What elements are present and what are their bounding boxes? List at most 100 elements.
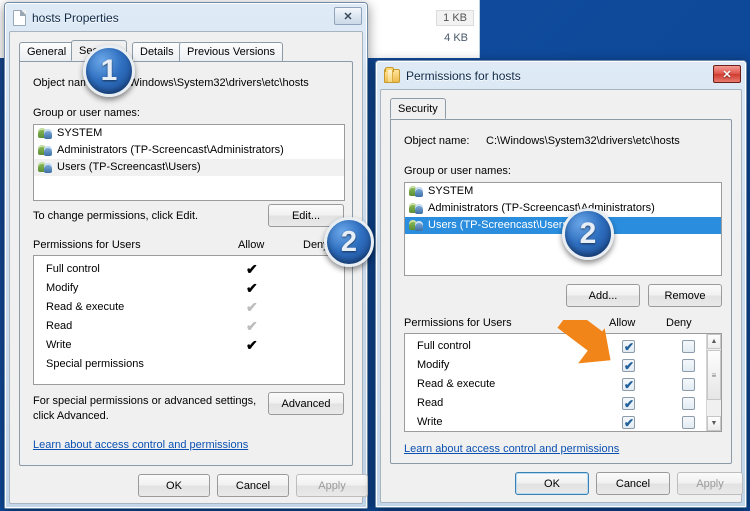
permission-name: Read xyxy=(46,317,72,336)
table-row[interactable]: Write xyxy=(405,413,721,432)
learn-about-access-control-link[interactable]: Learn about access control and permissio… xyxy=(404,443,619,455)
table-row[interactable]: Read & execute xyxy=(405,375,721,394)
users-group-icon xyxy=(38,161,53,174)
users-group-icon xyxy=(38,127,53,140)
scrollbar-thumb[interactable]: ≡ xyxy=(707,350,721,400)
group-or-user-names-list[interactable]: SYSTEM Administrators (TP-Screencast\Adm… xyxy=(33,124,345,201)
deny-checkbox[interactable] xyxy=(682,359,695,372)
group-or-user-names-label: Group or user names: xyxy=(33,107,140,119)
table-row[interactable]: Read ✔ xyxy=(34,317,344,336)
allow-checkbox[interactable] xyxy=(622,416,635,429)
advanced-hint-line2: click Advanced. xyxy=(33,410,109,422)
users-group-icon xyxy=(409,202,424,215)
edit-hint-label: To change permissions, click Edit. xyxy=(33,210,198,222)
close-icon[interactable]: ✕ xyxy=(334,7,362,25)
permission-name: Read xyxy=(417,394,443,413)
list-item[interactable]: Administrators (TP-Screencast\Administra… xyxy=(405,200,721,217)
cancel-button[interactable]: Cancel xyxy=(217,474,289,497)
advanced-hint-line1: For special permissions or advanced sett… xyxy=(33,395,256,407)
permissions-client-area: Security Object name: C:\Windows\System3… xyxy=(380,89,742,503)
advanced-button[interactable]: Advanced xyxy=(268,392,344,415)
explorer-size-cell: 1 KB xyxy=(436,10,474,26)
step-badge-1: 1 xyxy=(83,45,135,97)
list-item[interactable]: SYSTEM xyxy=(34,125,344,142)
permissions-for-hosts-window[interactable]: Permissions for hosts ✕ Security Object … xyxy=(375,60,747,508)
allow-check-icon: ✔ xyxy=(246,260,258,279)
permission-name: Modify xyxy=(46,279,78,298)
permissions-list[interactable]: Full control ✔ Modify ✔ Read & execute ✔… xyxy=(33,255,345,385)
permissions-tabstrip[interactable]: Security xyxy=(390,98,741,119)
deny-checkbox[interactable] xyxy=(682,397,695,410)
permissions-titlebar[interactable]: Permissions for hosts ✕ xyxy=(377,62,745,89)
permission-name: Read & execute xyxy=(417,375,495,394)
orange-arrow-annotation xyxy=(556,320,636,370)
deny-checkbox[interactable] xyxy=(682,416,695,429)
allow-check-icon: ✔ xyxy=(246,298,258,317)
permissions-window-title: Permissions for hosts xyxy=(406,69,521,83)
table-row[interactable]: Write ✔ xyxy=(34,336,344,355)
list-item-label: Administrators (TP-Screencast\Administra… xyxy=(57,142,284,159)
apply-button: Apply xyxy=(296,474,368,497)
tab-details[interactable]: Details xyxy=(132,42,182,61)
table-row[interactable]: Full control ✔ xyxy=(34,260,344,279)
allow-checkbox[interactable] xyxy=(622,397,635,410)
apply-button: Apply xyxy=(677,472,743,495)
permissions-scrollbar[interactable]: ▲ ≡ ▼ xyxy=(706,334,721,431)
list-item[interactable]: Users (TP-Screencast\Users) xyxy=(34,159,344,176)
security-tab-panel: Object name: C:\Windows\System32\drivers… xyxy=(390,119,732,464)
properties-titlebar[interactable]: hosts Properties ✕ xyxy=(6,4,366,31)
allow-column-header: Allow xyxy=(238,239,264,251)
security-tab-panel: Object name: C:\Windows\System32\drivers… xyxy=(19,61,353,466)
permission-name: Write xyxy=(46,336,71,355)
tab-previous-versions[interactable]: Previous Versions xyxy=(179,42,283,61)
remove-button[interactable]: Remove xyxy=(648,284,722,307)
list-item-label: SYSTEM xyxy=(428,183,473,200)
ok-button[interactable]: OK xyxy=(515,472,589,495)
permission-name: Full control xyxy=(417,337,471,356)
object-name-label: Object name: xyxy=(404,135,469,147)
permissions-for-users-label: Permissions for Users xyxy=(33,239,141,251)
permission-name: Write xyxy=(417,413,442,432)
close-icon[interactable]: ✕ xyxy=(713,65,741,83)
list-item-label: Administrators (TP-Screencast\Administra… xyxy=(428,200,655,217)
permissions-for-users-label: Permissions for Users xyxy=(404,317,512,329)
permission-name: Full control xyxy=(46,260,100,279)
explorer-size-cell: 4 KB xyxy=(444,32,468,44)
users-group-icon xyxy=(409,219,424,232)
table-row[interactable]: Read & execute ✔ xyxy=(34,298,344,317)
tab-security[interactable]: Security xyxy=(390,98,446,119)
permission-name: Modify xyxy=(417,356,449,375)
scroll-up-icon[interactable]: ▲ xyxy=(707,334,721,349)
list-item[interactable]: SYSTEM xyxy=(405,183,721,200)
group-or-user-names-label: Group or user names: xyxy=(404,165,511,177)
cancel-button[interactable]: Cancel xyxy=(596,472,670,495)
hosts-properties-window[interactable]: hosts Properties ✕ General Security Deta… xyxy=(4,2,368,509)
properties-window-title: hosts Properties xyxy=(32,11,119,25)
table-row[interactable]: Special permissions xyxy=(34,355,344,374)
ok-button[interactable]: OK xyxy=(138,474,210,497)
folder-icon xyxy=(384,69,400,83)
table-row[interactable]: Modify ✔ xyxy=(34,279,344,298)
list-item-label: Users (TP-Screencast\Users) xyxy=(428,217,572,234)
users-group-icon xyxy=(38,144,53,157)
deny-checkbox[interactable] xyxy=(682,340,695,353)
deny-checkbox[interactable] xyxy=(682,378,695,391)
list-item-label: Users (TP-Screencast\Users) xyxy=(57,159,201,176)
step-badge-2-left: 2 xyxy=(324,217,374,267)
allow-check-icon: ✔ xyxy=(246,336,258,355)
scroll-down-icon[interactable]: ▼ xyxy=(707,416,721,431)
permission-name: Special permissions xyxy=(46,355,144,374)
properties-tabstrip[interactable]: General Security Details Previous Versio… xyxy=(19,40,362,61)
users-group-icon xyxy=(409,185,424,198)
file-icon xyxy=(13,10,26,26)
list-item-label: SYSTEM xyxy=(57,125,102,142)
add-button[interactable]: Add... xyxy=(566,284,640,307)
tab-general[interactable]: General xyxy=(19,42,74,61)
deny-column-header: Deny xyxy=(666,317,692,329)
object-name-value: C:\Windows\System32\drivers\etc\hosts xyxy=(486,135,680,147)
allow-checkbox[interactable] xyxy=(622,378,635,391)
list-item[interactable]: Administrators (TP-Screencast\Administra… xyxy=(34,142,344,159)
table-row[interactable]: Read xyxy=(405,394,721,413)
allow-check-icon: ✔ xyxy=(246,279,258,298)
learn-about-access-control-link[interactable]: Learn about access control and permissio… xyxy=(33,439,248,451)
